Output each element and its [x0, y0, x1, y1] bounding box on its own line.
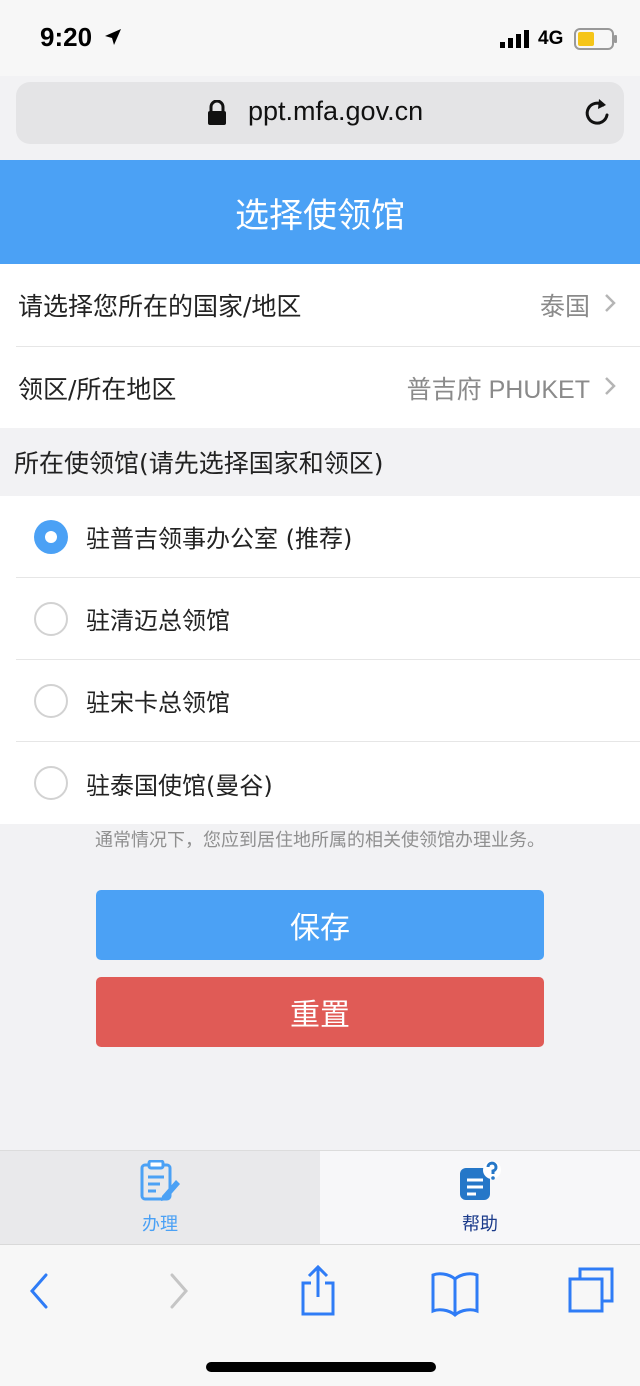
consulate-option-chiangmai[interactable]: 驻清迈总领馆 [16, 578, 640, 660]
consulate-option-songkhla[interactable]: 驻宋卡总领馆 [16, 660, 640, 742]
save-button[interactable]: 保存 [96, 890, 544, 960]
tab-help[interactable]: 帮助 [320, 1151, 640, 1245]
radio-label: 驻普吉领事办公室 (推荐) [86, 525, 353, 553]
country-select-row[interactable]: 请选择您所在的国家/地区 泰国 [16, 264, 640, 346]
share-icon[interactable] [298, 1264, 338, 1321]
info-note: 通常情况下，您应到居住地所属的相关使领馆办理业务。 [95, 830, 545, 851]
country-value-group: 泰国 [540, 287, 616, 323]
radio-label: 驻泰国使馆(曼谷) [86, 771, 273, 800]
tabs-icon[interactable] [568, 1265, 614, 1321]
radio-button[interactable] [34, 683, 68, 718]
chevron-right-icon [604, 376, 616, 400]
reload-icon[interactable] [582, 97, 612, 133]
radio-button[interactable] [34, 766, 68, 800]
selection-group: 请选择您所在的国家/地区 泰国 领区/所在地区 普吉府 PHUKET [0, 264, 640, 428]
consulate-option-bangkok[interactable]: 驻泰国使馆(曼谷) [16, 742, 640, 824]
network-type: 4G [538, 28, 564, 49]
region-label: 领区/所在地区 [18, 374, 177, 404]
chevron-right-icon [604, 293, 616, 317]
country-value: 泰国 [539, 293, 590, 321]
status-time: 9:20 [40, 22, 93, 52]
page-title: 选择使领馆 [0, 160, 640, 264]
consulate-option-phuket[interactable]: 驻普吉领事办公室 (推荐) [16, 496, 640, 578]
consulate-section-title: 所在使领馆(请先选择国家和领区) [0, 428, 640, 496]
location-arrow-icon [104, 28, 122, 50]
tab-process[interactable]: 办理 [0, 1151, 320, 1245]
bottom-tab-bar: 办理 帮助 [0, 1150, 640, 1245]
address-bar[interactable]: ppt.mfa.gov.cn [16, 82, 624, 144]
radio-button[interactable] [34, 601, 68, 636]
radio-label: 驻宋卡总领馆 [86, 689, 230, 717]
region-select-row[interactable]: 领区/所在地区 普吉府 PHUKET [16, 346, 640, 428]
radio-button-selected[interactable] [34, 519, 68, 554]
tab-label: 办理 [142, 1214, 178, 1235]
lock-icon [206, 99, 228, 130]
country-label: 请选择您所在的国家/地区 [18, 292, 302, 321]
radio-label: 驻清迈总领馆 [86, 607, 230, 635]
url-text[interactable]: ppt.mfa.gov.cn [248, 96, 423, 127]
tab-label: 帮助 [462, 1214, 498, 1235]
consulate-radio-list: 驻普吉领事办公室 (推荐) 驻清迈总领馆 驻宋卡总领馆 驻泰国使馆(曼谷) [0, 496, 640, 824]
status-bar: 9:20 4G [0, 0, 640, 76]
help-document-icon [458, 1160, 502, 1206]
home-indicator [206, 1362, 436, 1372]
bookmarks-icon[interactable] [430, 1265, 480, 1321]
signal-icon [500, 30, 532, 52]
battery-icon [574, 28, 618, 54]
clipboard-edit-icon [138, 1159, 182, 1206]
screen: 9:20 4G ppt.mfa.gov.cn 选择使领馆 请选择您所在的国家/地… [0, 0, 640, 1386]
region-value-group: 普吉府 PHUKET [407, 370, 616, 406]
back-icon[interactable] [26, 1265, 50, 1321]
region-value: 普吉府 PHUKET [406, 375, 590, 404]
reset-button[interactable]: 重置 [96, 977, 544, 1047]
forward-icon[interactable] [168, 1265, 192, 1321]
